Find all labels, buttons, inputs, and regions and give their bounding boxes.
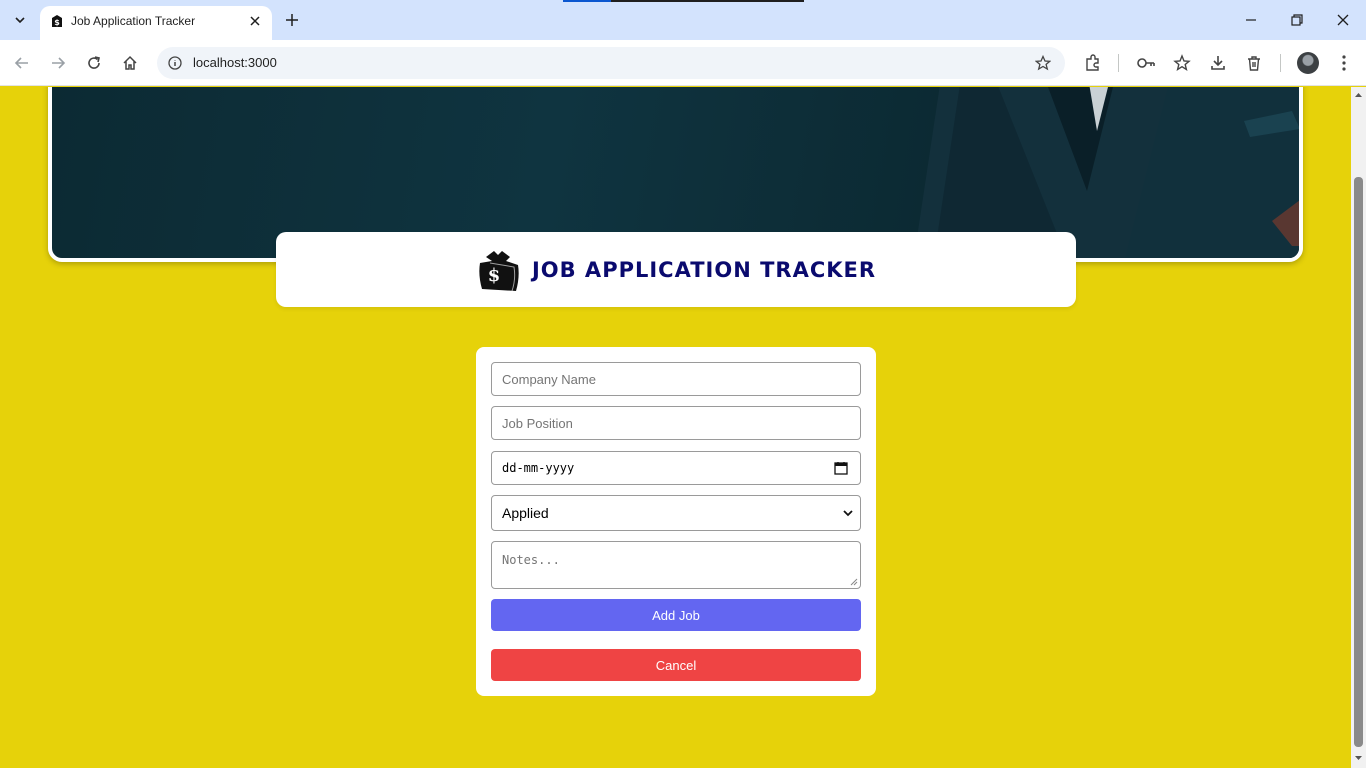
- money-bag-logo-icon: $: [479, 250, 519, 291]
- minimize-icon: [1246, 19, 1256, 21]
- key-icon: [1137, 58, 1155, 68]
- cancel-button[interactable]: Cancel: [491, 649, 861, 681]
- page-scrollbar[interactable]: [1351, 87, 1366, 768]
- chevron-down-icon: [15, 17, 25, 24]
- url-text: localhost:3000: [193, 55, 277, 70]
- date-placeholder: dd-mm-yyyy: [502, 461, 575, 475]
- new-tab-button[interactable]: [280, 8, 304, 32]
- page-viewport: $ JOB APPLICATION TRACKER Company Name J…: [0, 87, 1351, 768]
- tab-strip: $ Job Application Tracker: [0, 0, 1366, 40]
- reload-icon: [88, 56, 100, 69]
- status-selected-value: Applied: [502, 505, 549, 521]
- resize-handle-icon[interactable]: [850, 578, 858, 586]
- svg-text:$: $: [488, 265, 501, 286]
- plus-icon: [286, 14, 298, 26]
- add-job-form: Company Name Job Position dd-mm-yyyy App…: [476, 347, 876, 696]
- application-date-input[interactable]: dd-mm-yyyy: [491, 451, 861, 485]
- company-name-input[interactable]: Company Name: [491, 362, 861, 396]
- job-position-input[interactable]: Job Position: [491, 406, 861, 440]
- tab-search-button[interactable]: [8, 8, 32, 32]
- svg-text:$: $: [54, 18, 60, 27]
- toolbar-separator: [1280, 54, 1281, 72]
- arrow-left-icon: [14, 57, 28, 69]
- company-name-placeholder: Company Name: [502, 371, 596, 387]
- window-close-button[interactable]: [1329, 6, 1357, 34]
- arrow-right-icon: [52, 57, 66, 69]
- minimize-button[interactable]: [1237, 6, 1265, 34]
- scroll-up-arrow-icon[interactable]: [1354, 91, 1363, 100]
- scrollbar-thumb[interactable]: [1354, 177, 1363, 747]
- profile-avatar[interactable]: [1297, 52, 1319, 74]
- info-icon: [168, 56, 182, 70]
- home-icon: [123, 55, 137, 70]
- close-icon: [1337, 14, 1349, 26]
- downloads-button[interactable]: [1206, 51, 1230, 75]
- back-button[interactable]: [8, 49, 36, 77]
- app-title: JOB APPLICATION TRACKER: [531, 257, 877, 282]
- passwords-button[interactable]: [1134, 51, 1158, 75]
- top-indicator-accent: [563, 0, 611, 2]
- extensions-button[interactable]: [1081, 51, 1105, 75]
- money-bag-icon: $: [52, 15, 62, 27]
- scroll-down-arrow-icon[interactable]: [1354, 753, 1363, 762]
- close-icon: [250, 16, 260, 26]
- trash-icon: [1248, 56, 1260, 71]
- bookmark-button[interactable]: [1033, 53, 1053, 73]
- calendar-icon[interactable]: [834, 461, 848, 475]
- home-button[interactable]: [116, 49, 144, 77]
- chevron-down-icon: [843, 510, 853, 517]
- status-select[interactable]: Applied: [491, 495, 861, 531]
- star-icon: [1035, 55, 1051, 71]
- browser-toolbar: localhost:3000: [0, 40, 1366, 86]
- reload-button[interactable]: [80, 49, 108, 77]
- title-card: $ JOB APPLICATION TRACKER: [276, 232, 1076, 307]
- tab-title: Job Application Tracker: [71, 14, 196, 28]
- restore-icon: [1291, 14, 1303, 26]
- delete-button[interactable]: [1242, 51, 1266, 75]
- notes-placeholder: Notes...: [502, 553, 560, 567]
- toolbar-separator: [1118, 54, 1119, 72]
- menu-button[interactable]: [1332, 51, 1356, 75]
- tab-close-button[interactable]: [246, 12, 264, 30]
- reading-list-button[interactable]: [1170, 51, 1194, 75]
- restore-button[interactable]: [1283, 6, 1311, 34]
- add-job-button[interactable]: Add Job: [491, 599, 861, 631]
- site-info-button[interactable]: [165, 53, 185, 73]
- star-list-icon: [1173, 54, 1191, 72]
- browser-tab[interactable]: $ Job Application Tracker: [40, 6, 272, 40]
- download-icon: [1211, 56, 1225, 70]
- job-position-placeholder: Job Position: [502, 415, 573, 431]
- notes-textarea[interactable]: Notes...: [491, 541, 861, 589]
- puzzle-icon: [1086, 54, 1099, 71]
- forward-button[interactable]: [44, 49, 72, 77]
- address-bar[interactable]: localhost:3000: [157, 47, 1065, 79]
- kebab-menu-icon: [1342, 55, 1346, 71]
